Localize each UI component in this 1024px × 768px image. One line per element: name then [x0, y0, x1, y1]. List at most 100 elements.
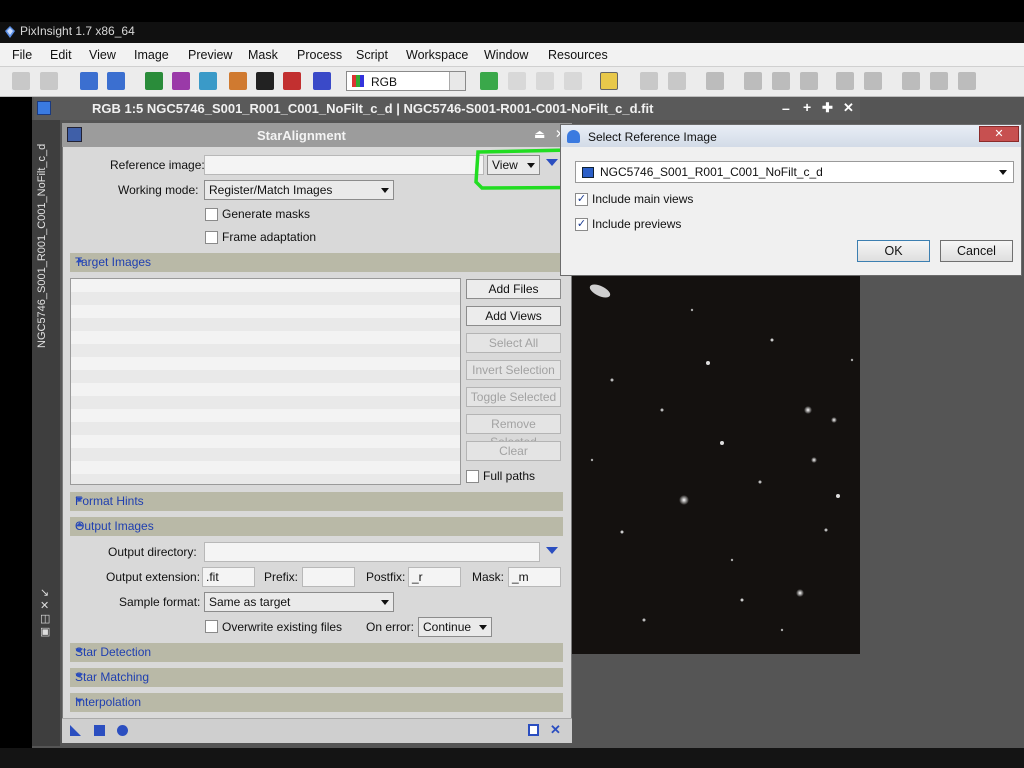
expand-icon: ⏷: [75, 670, 84, 682]
panel-shade-icon[interactable]: ⏏: [534, 127, 545, 141]
zoom-out-icon[interactable]: [668, 72, 686, 90]
expand-icon: ⏷: [75, 494, 84, 506]
zoom-mode-icon[interactable]: [600, 72, 618, 90]
full-paths-checkbox[interactable]: [466, 470, 479, 483]
cancel-button[interactable]: Cancel: [940, 240, 1013, 262]
new-preview-icon[interactable]: [480, 72, 498, 90]
on-error-label: On error:: [366, 620, 415, 634]
rgb-channel-icon[interactable]: [145, 72, 163, 90]
image-side-label: NGC5746_S001_R001_C001_NoFilt_c_d: [36, 143, 48, 348]
section-star-detection[interactable]: Star Detection ⏷: [70, 643, 563, 662]
pan-icon[interactable]: [706, 72, 724, 90]
clone-view-icon[interactable]: [107, 72, 125, 90]
process-list-icon[interactable]: [864, 72, 882, 90]
section-output-images[interactable]: Output Images ⏶: [70, 517, 563, 536]
section-star-matching[interactable]: Star Matching ⏷: [70, 668, 563, 687]
menu-edit[interactable]: Edit: [50, 48, 72, 62]
include-main-views-label: Include main views: [592, 192, 694, 206]
menu-script[interactable]: Script: [356, 48, 388, 62]
mask-field[interactable]: _m: [508, 567, 561, 587]
display-icon[interactable]: [313, 72, 331, 90]
shade-button[interactable]: ✚: [822, 100, 833, 116]
process-icon[interactable]: [836, 72, 854, 90]
menu-file[interactable]: File: [12, 48, 32, 62]
output-directory-label: Output directory:: [108, 545, 197, 559]
output-directory-menu-icon[interactable]: [546, 547, 558, 554]
paste-icon[interactable]: [564, 72, 582, 90]
history-icon[interactable]: [930, 72, 948, 90]
generate-masks-checkbox[interactable]: [205, 208, 218, 221]
script-icon[interactable]: [958, 72, 976, 90]
output-directory-field[interactable]: [204, 542, 540, 562]
side-tool-icons[interactable]: ↘ ✕ ◫ ▣: [40, 586, 50, 638]
on-error-select[interactable]: Continue: [418, 617, 492, 637]
reference-view-select[interactable]: NGC5746_S001_R001_C001_NoFilt_c_d: [575, 161, 1014, 183]
identifier-icon[interactable]: [80, 72, 98, 90]
output-extension-field[interactable]: .fit: [202, 567, 255, 587]
apply-icon[interactable]: [117, 725, 128, 736]
grayscale-icon[interactable]: [256, 72, 274, 90]
fit-view-icon[interactable]: [772, 72, 790, 90]
sample-format-select[interactable]: Same as target: [204, 592, 394, 612]
reset-icon[interactable]: ✕: [550, 722, 561, 738]
full-paths-label: Full paths: [483, 469, 536, 483]
new-instance-icon[interactable]: [70, 725, 81, 736]
menu-mask[interactable]: Mask: [248, 48, 278, 62]
view-icon: [582, 167, 594, 178]
reference-image-field[interactable]: [204, 155, 484, 175]
maximize-button[interactable]: +: [803, 99, 811, 115]
histogram-icon[interactable]: [229, 72, 247, 90]
postfix-field[interactable]: _r: [408, 567, 461, 587]
section-interpolation[interactable]: Interpolation ⏷: [70, 693, 563, 712]
invert-selection-button[interactable]: Invert Selection: [466, 360, 561, 380]
zoom-in-icon[interactable]: [640, 72, 658, 90]
dialog-close-button[interactable]: ✕: [979, 126, 1019, 142]
minimize-button[interactable]: –: [782, 100, 790, 116]
menu-view[interactable]: View: [89, 48, 116, 62]
color-mode-select[interactable]: RGB: [346, 71, 466, 91]
menu-resources[interactable]: Resources: [548, 48, 608, 62]
overwrite-checkbox[interactable]: [205, 620, 218, 633]
menu-process[interactable]: Process: [297, 48, 342, 62]
remove-selected-button[interactable]: Remove Selected: [466, 414, 561, 449]
section-format-hints[interactable]: Format Hints ⏷: [70, 492, 563, 511]
screen-transfer-icon[interactable]: [199, 72, 217, 90]
include-previews-checkbox[interactable]: ✓: [575, 218, 588, 231]
menu-image[interactable]: Image: [134, 48, 169, 62]
prefix-field[interactable]: [302, 567, 355, 587]
select-all-button[interactable]: Select All: [466, 333, 561, 353]
clear-button[interactable]: Clear: [466, 441, 561, 461]
generate-masks-label: Generate masks: [222, 207, 311, 221]
menu-preview[interactable]: Preview: [188, 48, 232, 62]
menu-window[interactable]: Window: [484, 48, 528, 62]
readout-icon[interactable]: [744, 72, 762, 90]
target-images-list[interactable]: [70, 278, 461, 485]
preview-icon[interactable]: [508, 72, 526, 90]
close-image-button[interactable]: ✕: [843, 100, 854, 116]
frame-adaptation-checkbox[interactable]: [205, 231, 218, 244]
explorer-icon[interactable]: [902, 72, 920, 90]
redo-icon[interactable]: [40, 72, 58, 90]
section-target-images[interactable]: Target Images ⏶: [70, 253, 563, 272]
sample-format-value: Same as target: [209, 595, 291, 609]
ok-button[interactable]: OK: [857, 240, 930, 262]
working-mode-value: Register/Match Images: [209, 183, 333, 197]
apply-global-icon[interactable]: [94, 725, 105, 736]
mask-label: Mask:: [472, 570, 505, 584]
documentation-icon[interactable]: [528, 724, 539, 736]
include-main-views-checkbox[interactable]: ✓: [575, 193, 588, 206]
image-window-title: RGB 1:5 NGC5746_S001_R001_C001_NoFilt_c_…: [92, 101, 654, 116]
toggle-selected-button[interactable]: Toggle Selected: [466, 387, 561, 407]
working-mode-select[interactable]: Register/Match Images: [204, 180, 394, 200]
channel-icon[interactable]: [172, 72, 190, 90]
collapse-icon: ⏶: [75, 255, 84, 267]
undo-icon[interactable]: [12, 72, 30, 90]
collapse-icon: ⏶: [75, 519, 84, 531]
add-views-button[interactable]: Add Views: [466, 306, 561, 326]
mask-icon[interactable]: [283, 72, 301, 90]
add-files-button[interactable]: Add Files: [466, 279, 561, 299]
copy-icon[interactable]: [536, 72, 554, 90]
zoom-1-1-icon[interactable]: [800, 72, 818, 90]
menu-workspace[interactable]: Workspace: [406, 48, 468, 62]
sample-format-label: Sample format:: [119, 595, 201, 609]
